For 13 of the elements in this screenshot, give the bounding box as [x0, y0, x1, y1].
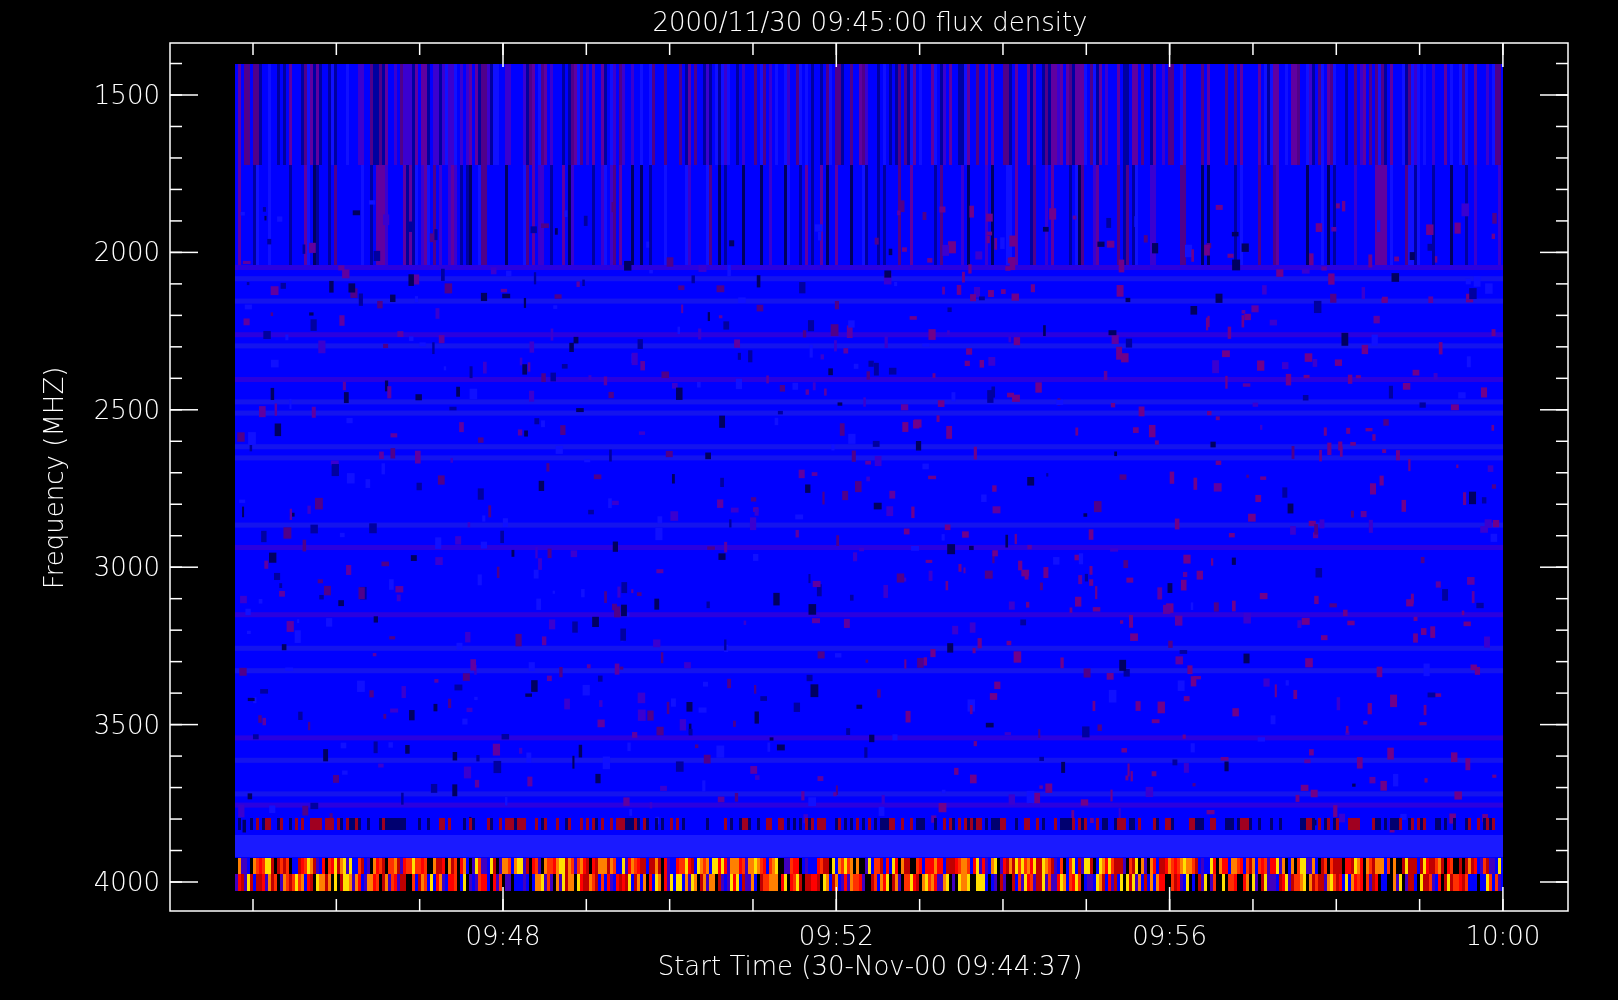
x-tick-label: 09:56 — [1132, 921, 1208, 951]
y-tick-label: 1500 — [93, 80, 160, 110]
y-tick-label: 3500 — [93, 709, 160, 740]
y-axis-label: Frequency (MHZ) — [39, 366, 69, 590]
x-tick-label: 09:48 — [465, 921, 541, 951]
x-tick-label: 09:52 — [798, 921, 874, 951]
x-tick-label: 10:00 — [1465, 921, 1541, 951]
chart-title: 2000/11/30 09:45:00 flux density — [652, 7, 1088, 37]
y-tick-label: 4000 — [93, 867, 160, 897]
y-tick-label: 3000 — [93, 552, 160, 583]
x-axis-label: Start Time (30-Nov-00 09:44:37) — [657, 951, 1083, 981]
y-tick-label: 2000 — [93, 237, 160, 268]
y-tick-label: 2500 — [93, 394, 160, 425]
